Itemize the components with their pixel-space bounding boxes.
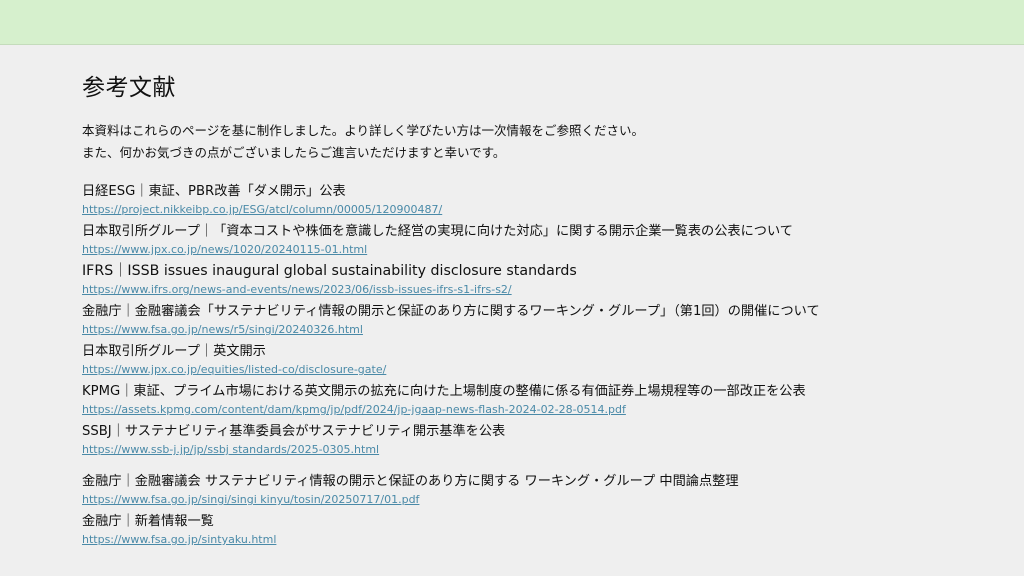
reference-link[interactable]: https://www.jpx.co.jp/news/1020/20240115… bbox=[82, 241, 982, 262]
reference-link[interactable]: https://www.fsa.go.jp/singi/singi kinyu/… bbox=[82, 491, 982, 512]
references-section: 参考文献 本資料はこれらのページを基に制作しました。より詳しく学びたい方は一次情… bbox=[82, 72, 982, 552]
top-header-band bbox=[0, 0, 1024, 45]
reference-title: 金融庁｜新着情報一覧 bbox=[82, 514, 214, 529]
reference-item: SSBJ｜サステナビリティ基準委員会がサステナビリティ開示基準を公表 https… bbox=[82, 422, 982, 462]
reference-link[interactable]: https://www.fsa.go.jp/news/r5/singi/2024… bbox=[82, 321, 982, 342]
reference-title: IFRS｜ISSB issues inaugural global sustai… bbox=[82, 263, 577, 279]
reference-item: 日経ESG｜東証、PBR改善「ダメ開示」公表 https://project.n… bbox=[82, 182, 982, 222]
reference-item: 日本取引所グループ｜「資本コストや株価を意識した経営の実現に向けた対応」に関する… bbox=[82, 222, 982, 262]
reference-title: SSBJ｜サステナビリティ基準委員会がサステナビリティ開示基準を公表 bbox=[82, 424, 506, 439]
reference-item: 金融庁｜金融審議会 サステナビリティ情報の開示と保証のあり方に関する ワーキング… bbox=[82, 472, 982, 512]
reference-list: 日経ESG｜東証、PBR改善「ダメ開示」公表 https://project.n… bbox=[82, 182, 982, 552]
intro-line: 本資料はこれらのページを基に制作しました。より詳しく学びたい方は一次情報をご参照… bbox=[82, 123, 645, 138]
reference-title: 日本取引所グループ｜「資本コストや株価を意識した経営の実現に向けた対応」に関する… bbox=[82, 224, 793, 239]
reference-title: 日経ESG｜東証、PBR改善「ダメ開示」公表 bbox=[82, 184, 346, 199]
reference-item: KPMG｜東証、プライム市場における英文開示の拡充に向けた上場制度の整備に係る有… bbox=[82, 382, 982, 422]
reference-title: KPMG｜東証、プライム市場における英文開示の拡充に向けた上場制度の整備に係る有… bbox=[82, 384, 806, 399]
reference-item: 金融庁｜新着情報一覧 https://www.fsa.go.jp/sintyak… bbox=[82, 512, 982, 552]
reference-item: 日本取引所グループ｜英文開示 https://www.jpx.co.jp/equ… bbox=[82, 342, 982, 382]
reference-title: 日本取引所グループ｜英文開示 bbox=[82, 344, 266, 359]
intro-text: 本資料はこれらのページを基に制作しました。より詳しく学びたい方は一次情報をご参照… bbox=[82, 120, 982, 164]
reference-link[interactable]: https://project.nikkeibp.co.jp/ESG/atcl/… bbox=[82, 201, 982, 222]
reference-item: 金融庁｜金融審議会「サステナビリティ情報の開示と保証のあり方に関するワーキング・… bbox=[82, 302, 982, 342]
reference-title: 金融庁｜金融審議会 サステナビリティ情報の開示と保証のあり方に関する ワーキング… bbox=[82, 474, 739, 489]
reference-link[interactable]: https://www.jpx.co.jp/equities/listed-co… bbox=[82, 361, 982, 382]
intro-line: また、何かお気づきの点がございましたらご進言いただけますと幸いです。 bbox=[82, 145, 506, 160]
reference-item: IFRS｜ISSB issues inaugural global sustai… bbox=[82, 262, 982, 302]
reference-link[interactable]: https://www.fsa.go.jp/sintyaku.html bbox=[82, 531, 982, 552]
reference-link[interactable]: https://www.ifrs.org/news-and-events/new… bbox=[82, 281, 982, 302]
page-title: 参考文献 bbox=[82, 75, 176, 101]
reference-link[interactable]: https://www.ssb-j.jp/jp/ssbj standards/2… bbox=[82, 441, 982, 462]
reference-title: 金融庁｜金融審議会「サステナビリティ情報の開示と保証のあり方に関するワーキング・… bbox=[82, 304, 820, 319]
reference-link[interactable]: https://assets.kpmg.com/content/dam/kpmg… bbox=[82, 401, 982, 422]
